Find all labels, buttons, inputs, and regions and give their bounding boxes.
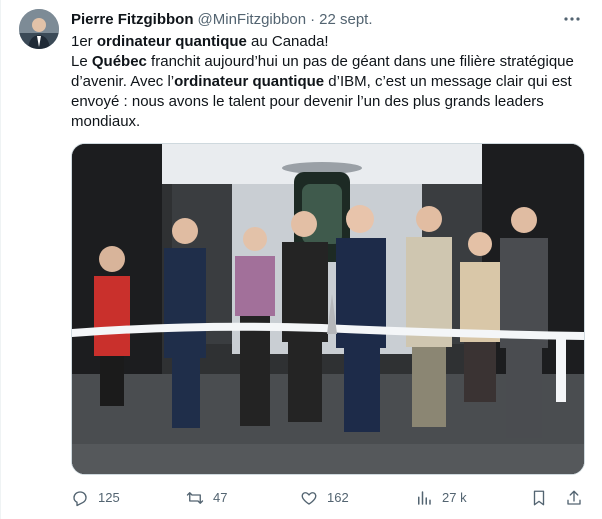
retweet-icon	[186, 492, 204, 504]
views-count: 27 k	[442, 490, 467, 505]
reply-icon	[73, 491, 87, 507]
tweet-date[interactable]: 22 sept.	[319, 11, 372, 28]
reply-count: 125	[98, 490, 120, 505]
author-name[interactable]: Pierre Fitzgibbon	[71, 11, 194, 28]
tweet-text: 1er ordinateur quantique au Canada! Le Q…	[71, 32, 591, 132]
separator-dot: ·	[310, 10, 316, 28]
tweet-header: Pierre Fitzgibbon @MinFitzgibbon · 22 se…	[71, 9, 562, 29]
views-button[interactable]: 27 k	[415, 487, 467, 509]
tweet-photo[interactable]	[71, 143, 585, 475]
retweet-count: 47	[213, 490, 228, 505]
views-icon	[418, 491, 431, 505]
share-icon	[567, 490, 581, 505]
avatar[interactable]	[19, 9, 59, 49]
bookmark-icon	[533, 490, 545, 506]
like-count: 162	[327, 490, 349, 505]
tweet-text-line1: 1er ordinateur quantique au Canada!	[71, 33, 329, 50]
tweet-card[interactable]: Pierre Fitzgibbon @MinFitzgibbon · 22 se…	[0, 0, 602, 519]
tweet-actions: 125 47 162 27 k	[71, 487, 591, 509]
timeline-divider	[0, 0, 1, 519]
tweet-text-paragraph: Le Québec franchit aujourd’hui un pas de…	[71, 53, 574, 130]
author-handle[interactable]: @MinFitzgibbon	[198, 11, 307, 28]
reply-button[interactable]: 125	[71, 487, 120, 509]
retweet-button[interactable]: 47	[186, 487, 227, 509]
more-icon[interactable]	[562, 9, 582, 29]
like-button[interactable]: 162	[300, 487, 349, 509]
bookmark-button[interactable]	[530, 487, 557, 509]
share-button[interactable]	[565, 487, 592, 509]
heart-icon	[301, 492, 317, 505]
